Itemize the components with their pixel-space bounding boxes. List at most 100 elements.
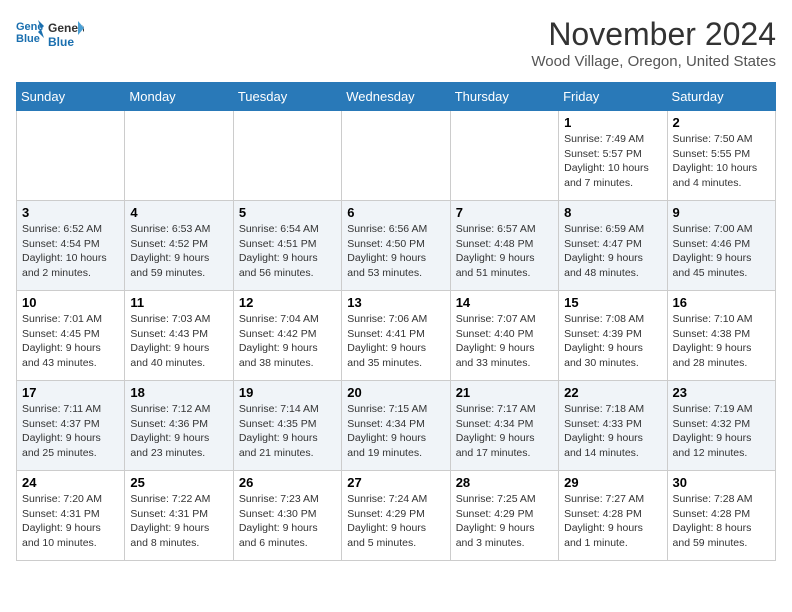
day-info: Sunrise: 7:06 AM Sunset: 4:41 PM Dayligh… — [347, 312, 444, 371]
calendar-cell: 16 Sunrise: 7:10 AM Sunset: 4:38 PM Dayli… — [667, 291, 775, 381]
day-number: 29 — [564, 475, 661, 490]
day-info: Sunrise: 7:28 AM Sunset: 4:28 PM Dayligh… — [673, 492, 770, 551]
weekday-header-wednesday: Wednesday — [342, 83, 450, 111]
calendar-cell: 5 Sunrise: 6:54 AM Sunset: 4:51 PM Daylig… — [233, 201, 341, 291]
month-title: November 2024 — [531, 16, 776, 53]
day-number: 24 — [22, 475, 119, 490]
weekday-header-friday: Friday — [559, 83, 667, 111]
day-info: Sunrise: 7:49 AM Sunset: 5:57 PM Dayligh… — [564, 132, 661, 191]
calendar-cell: 22 Sunrise: 7:18 AM Sunset: 4:33 PM Dayli… — [559, 381, 667, 471]
title-area: November 2024 Wood Village, Oregon, Unit… — [531, 16, 776, 70]
weekday-header-row: SundayMondayTuesdayWednesdayThursdayFrid… — [17, 83, 776, 111]
day-info: Sunrise: 6:56 AM Sunset: 4:50 PM Dayligh… — [347, 222, 444, 281]
day-info: Sunrise: 7:27 AM Sunset: 4:28 PM Dayligh… — [564, 492, 661, 551]
calendar-cell — [342, 111, 450, 201]
calendar-cell: 20 Sunrise: 7:15 AM Sunset: 4:34 PM Dayli… — [342, 381, 450, 471]
day-info: Sunrise: 7:07 AM Sunset: 4:40 PM Dayligh… — [456, 312, 553, 371]
day-number: 9 — [673, 205, 770, 220]
day-info: Sunrise: 6:54 AM Sunset: 4:51 PM Dayligh… — [239, 222, 336, 281]
day-number: 4 — [130, 205, 227, 220]
week-row-3: 10 Sunrise: 7:01 AM Sunset: 4:45 PM Dayli… — [17, 291, 776, 381]
day-number: 28 — [456, 475, 553, 490]
day-info: Sunrise: 7:50 AM Sunset: 5:55 PM Dayligh… — [673, 132, 770, 191]
logo: General Blue General Blue — [16, 16, 84, 52]
calendar-cell: 7 Sunrise: 6:57 AM Sunset: 4:48 PM Daylig… — [450, 201, 558, 291]
day-number: 22 — [564, 385, 661, 400]
calendar-cell: 17 Sunrise: 7:11 AM Sunset: 4:37 PM Dayli… — [17, 381, 125, 471]
calendar-table: SundayMondayTuesdayWednesdayThursdayFrid… — [16, 82, 776, 561]
svg-text:Blue: Blue — [16, 33, 40, 44]
day-info: Sunrise: 7:14 AM Sunset: 4:35 PM Dayligh… — [239, 402, 336, 461]
day-info: Sunrise: 6:57 AM Sunset: 4:48 PM Dayligh… — [456, 222, 553, 281]
generalblue-logo-graphic: General Blue — [48, 16, 84, 52]
day-info: Sunrise: 7:22 AM Sunset: 4:31 PM Dayligh… — [130, 492, 227, 551]
day-number: 15 — [564, 295, 661, 310]
day-number: 12 — [239, 295, 336, 310]
calendar-cell: 12 Sunrise: 7:04 AM Sunset: 4:42 PM Dayli… — [233, 291, 341, 381]
day-info: Sunrise: 7:23 AM Sunset: 4:30 PM Dayligh… — [239, 492, 336, 551]
day-info: Sunrise: 7:01 AM Sunset: 4:45 PM Dayligh… — [22, 312, 119, 371]
day-info: Sunrise: 7:17 AM Sunset: 4:34 PM Dayligh… — [456, 402, 553, 461]
week-row-4: 17 Sunrise: 7:11 AM Sunset: 4:37 PM Dayli… — [17, 381, 776, 471]
calendar-cell: 2 Sunrise: 7:50 AM Sunset: 5:55 PM Daylig… — [667, 111, 775, 201]
calendar-cell: 3Sunrise: 6:52 AM Sunset: 4:54 PM Daylig… — [17, 201, 125, 291]
svg-text:Blue: Blue — [48, 35, 74, 49]
day-number: 25 — [130, 475, 227, 490]
day-number: 18 — [130, 385, 227, 400]
calendar-cell: 23 Sunrise: 7:19 AM Sunset: 4:32 PM Dayli… — [667, 381, 775, 471]
day-number: 5 — [239, 205, 336, 220]
calendar-cell: 10 Sunrise: 7:01 AM Sunset: 4:45 PM Dayli… — [17, 291, 125, 381]
day-number: 8 — [564, 205, 661, 220]
calendar-cell: 21 Sunrise: 7:17 AM Sunset: 4:34 PM Dayli… — [450, 381, 558, 471]
day-number: 26 — [239, 475, 336, 490]
day-info: Sunrise: 7:04 AM Sunset: 4:42 PM Dayligh… — [239, 312, 336, 371]
week-row-1: 1 Sunrise: 7:49 AM Sunset: 5:57 PM Daylig… — [17, 111, 776, 201]
day-info: Sunrise: 7:25 AM Sunset: 4:29 PM Dayligh… — [456, 492, 553, 551]
day-number: 3 — [22, 205, 119, 220]
day-number: 30 — [673, 475, 770, 490]
weekday-header-tuesday: Tuesday — [233, 83, 341, 111]
day-number: 14 — [456, 295, 553, 310]
day-info: Sunrise: 7:15 AM Sunset: 4:34 PM Dayligh… — [347, 402, 444, 461]
day-number: 16 — [673, 295, 770, 310]
location-title: Wood Village, Oregon, United States — [531, 53, 776, 70]
page-header: General Blue General Blue November 2024 … — [16, 16, 776, 70]
day-info: Sunrise: 7:11 AM Sunset: 4:37 PM Dayligh… — [22, 402, 119, 461]
calendar-cell: 14 Sunrise: 7:07 AM Sunset: 4:40 PM Dayli… — [450, 291, 558, 381]
weekday-header-sunday: Sunday — [17, 83, 125, 111]
day-number: 21 — [456, 385, 553, 400]
logo-icon: General Blue — [16, 16, 44, 44]
calendar-cell: 11Sunrise: 7:03 AM Sunset: 4:43 PM Dayli… — [125, 291, 233, 381]
calendar-cell: 4Sunrise: 6:53 AM Sunset: 4:52 PM Daylig… — [125, 201, 233, 291]
weekday-header-monday: Monday — [125, 83, 233, 111]
day-info: Sunrise: 6:59 AM Sunset: 4:47 PM Dayligh… — [564, 222, 661, 281]
day-info: Sunrise: 7:00 AM Sunset: 4:46 PM Dayligh… — [673, 222, 770, 281]
calendar-cell: 15Sunrise: 7:08 AM Sunset: 4:39 PM Dayli… — [559, 291, 667, 381]
calendar-cell: 27Sunrise: 7:24 AM Sunset: 4:29 PM Dayli… — [342, 471, 450, 561]
day-number: 10 — [22, 295, 119, 310]
day-info: Sunrise: 7:03 AM Sunset: 4:43 PM Dayligh… — [130, 312, 227, 371]
day-number: 19 — [239, 385, 336, 400]
calendar-cell: 8 Sunrise: 6:59 AM Sunset: 4:47 PM Daylig… — [559, 201, 667, 291]
day-number: 23 — [673, 385, 770, 400]
day-info: Sunrise: 7:10 AM Sunset: 4:38 PM Dayligh… — [673, 312, 770, 371]
day-number: 20 — [347, 385, 444, 400]
day-number: 17 — [22, 385, 119, 400]
calendar-cell: 13Sunrise: 7:06 AM Sunset: 4:41 PM Dayli… — [342, 291, 450, 381]
day-number: 7 — [456, 205, 553, 220]
day-number: 1 — [564, 115, 661, 130]
calendar-cell — [125, 111, 233, 201]
day-info: Sunrise: 7:18 AM Sunset: 4:33 PM Dayligh… — [564, 402, 661, 461]
calendar-cell — [450, 111, 558, 201]
calendar-cell: 28 Sunrise: 7:25 AM Sunset: 4:29 PM Dayli… — [450, 471, 558, 561]
week-row-5: 24Sunrise: 7:20 AM Sunset: 4:31 PM Dayli… — [17, 471, 776, 561]
weekday-header-thursday: Thursday — [450, 83, 558, 111]
calendar-cell: 9 Sunrise: 7:00 AM Sunset: 4:46 PM Daylig… — [667, 201, 775, 291]
calendar-cell: 6Sunrise: 6:56 AM Sunset: 4:50 PM Daylig… — [342, 201, 450, 291]
calendar-cell: 18 Sunrise: 7:12 AM Sunset: 4:36 PM Dayli… — [125, 381, 233, 471]
weekday-header-saturday: Saturday — [667, 83, 775, 111]
day-info: Sunrise: 7:19 AM Sunset: 4:32 PM Dayligh… — [673, 402, 770, 461]
day-number: 2 — [673, 115, 770, 130]
calendar-cell: 26 Sunrise: 7:23 AM Sunset: 4:30 PM Dayli… — [233, 471, 341, 561]
day-info: Sunrise: 7:12 AM Sunset: 4:36 PM Dayligh… — [130, 402, 227, 461]
